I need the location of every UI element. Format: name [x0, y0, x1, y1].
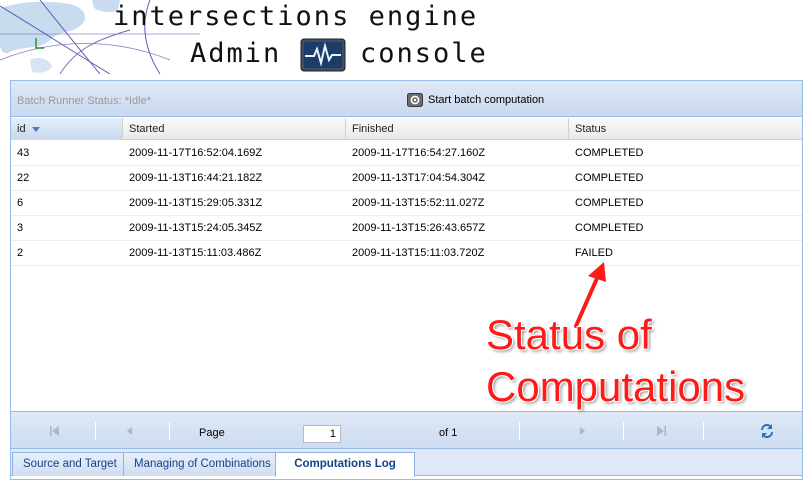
refresh-icon[interactable] — [759, 423, 775, 439]
cell-finished: 2009-11-17T16:54:27.160Z — [352, 147, 486, 159]
pager-separator — [519, 422, 520, 440]
app-title-line1: intersections engine — [113, 1, 479, 32]
main-tab-bar: Source and Target Managing of Combinatio… — [10, 448, 803, 477]
cell-started: 2009-11-13T15:11:03.486Z — [129, 247, 262, 259]
pager-separator — [623, 422, 624, 440]
cell-started: 2009-11-13T16:44:21.182Z — [129, 172, 263, 184]
cell-id: 43 — [17, 147, 30, 159]
column-header-status[interactable]: Status — [569, 118, 802, 140]
batch-runner-status: Batch Runner Status: *Idle* — [17, 95, 151, 107]
cell-finished: 2009-11-13T17:04:54.304Z — [352, 172, 486, 184]
last-page-icon[interactable] — [653, 424, 669, 438]
column-header-id[interactable]: id — [11, 118, 123, 140]
cell-started: 2009-11-13T15:29:05.331Z — [129, 197, 263, 209]
pager-separator — [169, 422, 170, 440]
column-header-started[interactable]: Started — [123, 118, 346, 140]
tab-managing-of-combinations[interactable]: Managing of Combinations — [123, 452, 282, 476]
cell-finished: 2009-11-13T15:26:43.657Z — [352, 222, 486, 234]
first-page-icon[interactable] — [47, 424, 63, 438]
cell-id: 22 — [17, 172, 30, 184]
annotation-callout: Status of Computations — [486, 311, 746, 410]
tab-computations-log[interactable]: Computations Log — [275, 452, 415, 477]
next-page-icon[interactable] — [575, 424, 591, 438]
app-header: intersections engine Admin console — [0, 0, 803, 74]
heartbeat-monitor-icon — [300, 38, 346, 72]
app-title-console: console — [360, 38, 488, 69]
cell-status: COMPLETED — [575, 147, 644, 159]
cell-finished: 2009-11-13T15:11:03.720Z — [352, 247, 485, 259]
cell-id: 2 — [17, 247, 24, 259]
cell-status: COMPLETED — [575, 197, 644, 209]
start-batch-computation-label: Start batch computation — [428, 94, 545, 106]
pager-separator — [95, 422, 96, 440]
page-label: Page — [199, 427, 225, 439]
table-row[interactable]: 6 2009-11-13T15:29:05.331Z 2009-11-13T15… — [11, 191, 802, 216]
column-header-finished[interactable]: Finished — [346, 118, 569, 140]
column-header-id-label: id — [17, 123, 26, 135]
app-title-admin: Admin — [190, 38, 282, 69]
cell-status: COMPLETED — [575, 222, 644, 234]
start-batch-computation-button[interactable]: Start batch computation — [407, 92, 544, 108]
previous-page-icon[interactable] — [121, 424, 137, 438]
grid-header: id Started Finished Status — [11, 118, 802, 140]
cell-status: COMPLETED — [575, 172, 644, 184]
grid-body: 43 2009-11-17T16:52:04.169Z 2009-11-17T1… — [11, 141, 802, 266]
page-count-label: of 1 — [439, 427, 458, 439]
paging-toolbar: Page of 1 — [11, 411, 802, 449]
table-row[interactable]: 22 2009-11-13T16:44:21.182Z 2009-11-13T1… — [11, 166, 802, 191]
cell-started: 2009-11-17T16:52:04.169Z — [129, 147, 263, 159]
pager-separator — [703, 422, 704, 440]
batch-toolbar: Batch Runner Status: *Idle* Start batch … — [11, 81, 802, 117]
page-number-input[interactable] — [303, 425, 341, 443]
table-row[interactable]: 2 2009-11-13T15:11:03.486Z 2009-11-13T15… — [11, 241, 802, 266]
computations-log-panel: Batch Runner Status: *Idle* Start batch … — [10, 80, 803, 480]
cell-finished: 2009-11-13T15:52:11.027Z — [352, 197, 485, 209]
tab-source-and-target[interactable]: Source and Target — [12, 452, 128, 476]
cell-id: 3 — [17, 222, 24, 234]
table-row[interactable]: 43 2009-11-17T16:52:04.169Z 2009-11-17T1… — [11, 141, 802, 166]
cell-started: 2009-11-13T15:24:05.345Z — [129, 222, 263, 234]
table-row[interactable]: 3 2009-11-13T15:24:05.345Z 2009-11-13T15… — [11, 216, 802, 241]
cell-id: 6 — [17, 197, 24, 209]
gear-icon — [407, 93, 423, 107]
sort-descending-icon — [31, 126, 40, 132]
